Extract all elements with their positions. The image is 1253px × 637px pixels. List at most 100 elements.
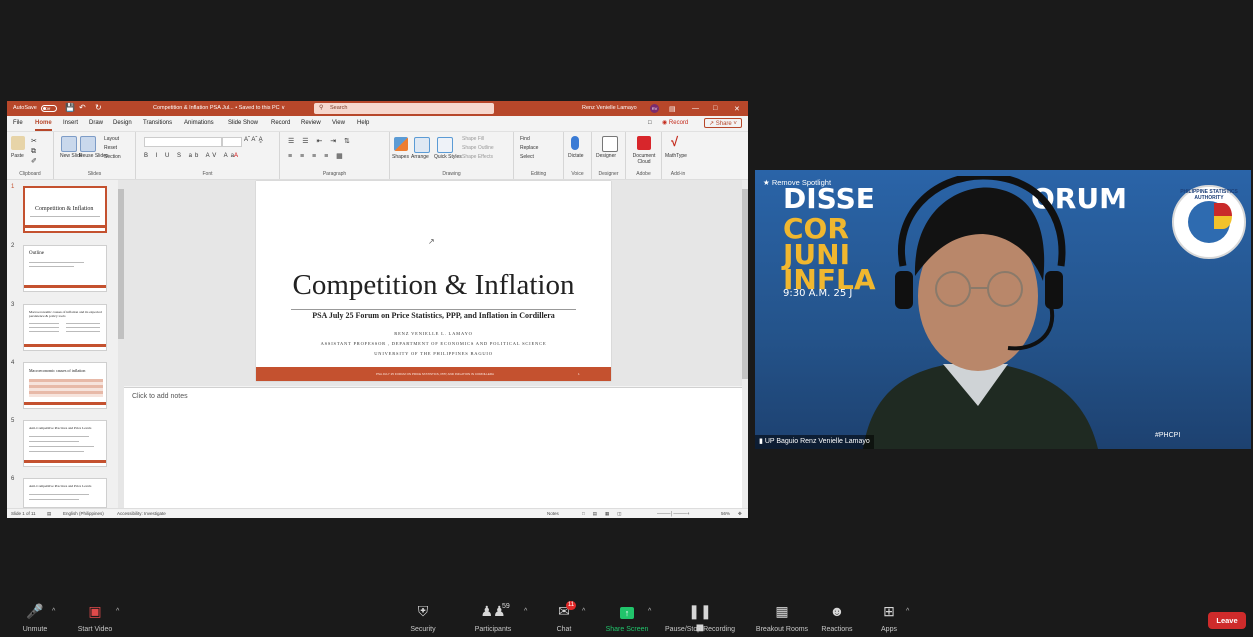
notes-pane[interactable]: Click to add notes (124, 387, 742, 508)
layout-button[interactable]: Layout (104, 136, 119, 142)
zoom-level[interactable]: 56% (721, 511, 730, 516)
share-button[interactable]: ↗ Share ˅ (704, 118, 742, 128)
shapes-icon[interactable] (394, 137, 408, 151)
document-cloud-label[interactable]: Document Cloud (629, 153, 659, 165)
chat-chevron-icon[interactable]: ^ (582, 608, 585, 615)
tab-record[interactable]: Record (271, 120, 290, 126)
slide-scrollbar-thumb[interactable] (742, 189, 748, 379)
fit-slide-icon[interactable]: ✥ (738, 511, 742, 517)
arrange-label[interactable]: Arrange (411, 154, 429, 160)
copy-icon[interactable]: ⧉ (31, 148, 36, 156)
font-size-box[interactable] (222, 137, 242, 147)
select-button[interactable]: Select (520, 154, 534, 160)
tab-transitions[interactable]: Transitions (143, 120, 172, 126)
format-painter-icon[interactable]: ✐ (31, 157, 37, 165)
language-status[interactable]: English (Philippines) (63, 511, 104, 516)
current-slide[interactable]: ↗ Competition & Inflation PSA July 25 Fo… (256, 181, 611, 381)
record-button[interactable]: ◉ Record (662, 119, 688, 126)
slide-author[interactable]: RENZ VENIELLE L. LAMAYO (256, 331, 611, 336)
new-slide-icon[interactable] (61, 136, 77, 152)
designer-label[interactable]: Designer (596, 153, 616, 159)
dictate-icon[interactable] (571, 136, 579, 150)
security-button[interactable]: ⛨ Security (408, 600, 438, 637)
participants-chevron-icon[interactable]: ^ (524, 608, 527, 615)
tab-review[interactable]: Review (301, 120, 321, 126)
tab-view[interactable]: View (332, 120, 345, 126)
reactions-button[interactable]: ☻ Reactions (821, 600, 852, 637)
shape-effects-button[interactable]: Shape Effects (462, 154, 493, 160)
tab-animations[interactable]: Animations (184, 120, 214, 126)
tab-design[interactable]: Design (113, 120, 132, 126)
maximize-icon[interactable]: □ (713, 105, 717, 112)
slide-subtitle[interactable]: PSA July 25 Forum on Price Statistics, P… (256, 311, 611, 320)
save-icon[interactable]: 💾 (65, 103, 75, 112)
accessibility-status[interactable]: Accessibility: Investigate (117, 511, 166, 516)
mathtype-icon[interactable]: √ (671, 134, 678, 149)
apps-chevron-icon[interactable]: ^ (906, 608, 909, 615)
thumbnail-slide-3[interactable]: Macroeconomic causes of inflation and it… (23, 304, 107, 351)
font-name-box[interactable] (144, 137, 222, 147)
quick-styles-label[interactable]: Quick Styles (434, 154, 462, 160)
find-button[interactable]: Find (520, 136, 530, 142)
paste-label[interactable]: Paste (11, 153, 24, 159)
paste-icon[interactable] (11, 136, 25, 150)
tab-help[interactable]: Help (357, 120, 369, 126)
tab-slide-show[interactable]: Slide Show (228, 120, 258, 126)
font-color-icon[interactable]: A (234, 153, 238, 159)
font-format-buttons[interactable]: B I U S ab AV Aa (144, 153, 237, 159)
pause-recording-button[interactable]: ❚❚ ■ Pause/Stop Recording (665, 600, 735, 637)
share-screen-button[interactable]: ↑ Share Screen (606, 600, 648, 637)
thumbnail-slide-1[interactable]: Competition & Inflation (23, 186, 107, 233)
avatar[interactable]: RV (650, 104, 659, 113)
shape-fill-button[interactable]: Shape Fill (462, 136, 484, 142)
breakout-rooms-button[interactable]: ▦ Breakout Rooms (756, 600, 808, 637)
cut-icon[interactable]: ✂ (31, 137, 37, 145)
slide-university[interactable]: UNIVERSITY OF THE PHILIPPINES BAGUIO (256, 351, 611, 356)
zoom-slider[interactable]: ———│———+ (657, 511, 689, 516)
tab-insert[interactable]: Insert (63, 120, 78, 126)
ribbon-display-icon[interactable]: ▤ (669, 105, 676, 113)
dictate-label[interactable]: Dictate (568, 153, 584, 159)
audio-options-chevron-icon[interactable]: ^ (52, 608, 55, 615)
slide-title[interactable]: Competition & Inflation (256, 269, 611, 302)
tab-draw[interactable]: Draw (89, 120, 103, 126)
spellcheck-icon[interactable]: ▤ (47, 511, 51, 517)
minimize-icon[interactable]: — (692, 105, 699, 112)
section-button[interactable]: Section (104, 154, 121, 160)
reuse-slides-icon[interactable] (80, 136, 96, 152)
mathtype-label[interactable]: MathType (665, 153, 687, 159)
list-buttons[interactable]: ☰ ☰ ⇤ ⇥ ⇅ (288, 137, 353, 145)
document-title[interactable]: Competition & Inflation PSA Jul... • Sav… (153, 105, 285, 111)
thumbnail-slide-2[interactable]: Outline (23, 245, 107, 292)
quick-styles-icon[interactable] (437, 137, 453, 153)
unmute-button[interactable]: 🎤 Unmute (20, 600, 50, 637)
thumbnail-slide-4[interactable]: Macroeconomic causes of inflation (23, 362, 107, 409)
chat-button[interactable]: ✉ 11 Chat (549, 600, 579, 637)
shape-outline-button[interactable]: Shape Outline (462, 145, 494, 151)
tab-home[interactable]: Home (35, 120, 52, 131)
remove-spotlight-button[interactable]: ★ Remove Spotlight (763, 178, 831, 187)
font-grow-icon[interactable]: Aˆ Aˇ A̳ (244, 137, 263, 143)
video-options-chevron-icon[interactable]: ^ (116, 608, 119, 615)
notes-toggle[interactable]: Notes (547, 511, 559, 516)
designer-icon[interactable] (602, 136, 618, 152)
thumbnail-slide-6[interactable]: Anti-Competitive Practices and Price Lev… (23, 478, 107, 508)
undo-icon[interactable]: ↶ (79, 103, 86, 112)
shapes-label[interactable]: Shapes (392, 154, 409, 160)
comments-icon[interactable]: □ (648, 120, 652, 126)
apps-button[interactable]: ⊞ Apps (874, 600, 904, 637)
slide-position[interactable]: ASSISTANT PROFESSOR , DEPARTMENT OF ECON… (256, 341, 611, 346)
arrange-icon[interactable] (414, 137, 430, 153)
adobe-pdf-icon[interactable] (637, 136, 651, 150)
replace-button[interactable]: Replace (520, 145, 538, 151)
redo-icon[interactable]: ↻ (95, 103, 102, 112)
view-buttons[interactable]: □▤▦◫ (582, 511, 629, 517)
start-video-button[interactable]: ▣ Start Video (78, 600, 113, 637)
leave-button[interactable]: Leave (1208, 612, 1246, 629)
close-icon[interactable]: ✕ (734, 105, 740, 113)
align-buttons[interactable]: ≡ ≡ ≡ ≡ ▦ (288, 152, 346, 160)
tab-file[interactable]: File (13, 120, 23, 126)
user-name[interactable]: Renz Venielle Lamayo (582, 105, 637, 111)
participants-button[interactable]: ♟♟ 59 Participants (475, 600, 512, 637)
reset-button[interactable]: Reset (104, 145, 117, 151)
